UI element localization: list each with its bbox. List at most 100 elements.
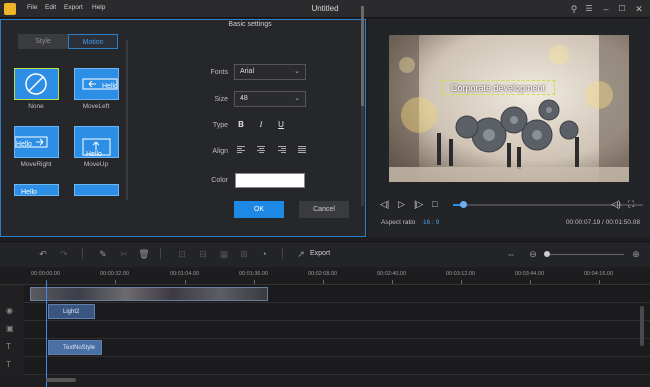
move-right-icon: Hello <box>14 136 48 148</box>
align-justify-icon[interactable] <box>298 146 306 154</box>
window-title: Untitled <box>311 4 339 13</box>
ruler-time-label: 00:03:12.00 <box>446 271 476 277</box>
motion-moveleft-thumb[interactable]: Hello <box>74 68 119 100</box>
size-select[interactable]: 48 ⌄ <box>234 91 306 107</box>
effect-track: ◉ Light2 <box>0 303 650 321</box>
prev-frame-icon[interactable]: ◁| <box>380 199 389 210</box>
timeline-vertical-scrollbar[interactable] <box>640 306 644 346</box>
ruler-time-label: 00:01:36.00 <box>239 271 269 277</box>
cut-icon[interactable]: ✂ <box>118 248 130 260</box>
text-clip[interactable]: TextNoStyle <box>48 340 102 355</box>
fullscreen-icon[interactable]: ⛶ <box>628 199 634 210</box>
undo-icon[interactable]: ↶ <box>37 248 49 260</box>
motion-moveright-thumb[interactable]: Hello <box>14 126 59 158</box>
timeline-horizontal-scrollbar[interactable] <box>46 378 76 382</box>
export-icon[interactable]: ↗ <box>295 248 307 260</box>
light-clip[interactable]: Light2 <box>48 304 95 319</box>
align-center-icon[interactable] <box>257 146 265 154</box>
fit-timeline-icon[interactable]: ⇔ <box>505 248 517 260</box>
timeline-ruler[interactable]: 00:00:00.00 00:00:32.00 00:01:04.00 00:0… <box>0 268 650 285</box>
bold-button[interactable]: B <box>236 120 246 130</box>
volume-icon[interactable]: ◁) <box>611 199 621 210</box>
text-clip-label: TextNoStyle <box>63 345 96 351</box>
text-track-icon[interactable]: T <box>6 342 11 351</box>
mosaic-icon[interactable]: ▦ <box>218 248 230 260</box>
motion-partial-thumb-2[interactable] <box>74 184 119 196</box>
font-value: Arial <box>240 68 255 75</box>
playhead[interactable] <box>46 281 47 387</box>
tab-motion[interactable]: Motion <box>68 34 118 49</box>
menu-list-icon[interactable]: ☰ <box>583 3 595 15</box>
ruler-time-label: 00:00:32.00 <box>100 271 130 277</box>
eye-icon[interactable]: ◉ <box>6 306 13 315</box>
chevron-down-icon: ⌄ <box>294 68 300 75</box>
move-up-icon: Hello <box>82 138 111 158</box>
play-icon[interactable]: ▷ <box>398 199 405 210</box>
video-preview[interactable]: Corporate development <box>389 35 629 182</box>
zoom-slider-knob[interactable] <box>544 251 550 257</box>
video-caption-text[interactable]: Corporate development <box>441 80 555 95</box>
basic-settings-title: Basic settings <box>228 21 272 28</box>
zoom-in-icon[interactable]: ⊕ <box>630 248 642 260</box>
motion-list-scrollbar[interactable] <box>126 40 128 200</box>
light-clip-label: Light2 <box>63 309 80 315</box>
italic-button[interactable]: I <box>256 120 266 130</box>
moveleft-thumb-text: Hello <box>102 83 118 90</box>
crop-icon[interactable]: ⊡ <box>176 248 188 260</box>
edit-pencil-icon[interactable]: ✎ <box>97 248 109 260</box>
chevron-down-icon: ⌄ <box>294 95 300 102</box>
underline-button[interactable]: U <box>276 120 286 130</box>
maximize-icon[interactable]: ☐ <box>616 3 628 15</box>
cancel-button[interactable]: Cancel <box>299 201 349 218</box>
zoom-out-icon[interactable]: ⊖ <box>527 248 539 260</box>
video-track <box>0 285 650 303</box>
duration-icon[interactable]: ◔ <box>258 248 270 260</box>
screenshot-icon[interactable]: ⊞ <box>238 248 250 260</box>
none-icon <box>25 73 47 95</box>
overlay-icon[interactable]: ▣ <box>6 324 14 333</box>
stop-icon[interactable]: □ <box>432 199 437 209</box>
overlay-track: ▣ <box>0 321 650 339</box>
size-label: Size <box>214 96 228 103</box>
zoom-slider-track[interactable] <box>548 254 624 255</box>
motion-none-label: None <box>28 103 44 110</box>
title-bar: File Edit Export Help Untitled ⚲ ☰ – ☐ ✕ <box>0 0 650 18</box>
motion-moveup-thumb[interactable]: Hello <box>74 126 119 158</box>
user-icon[interactable]: ⚲ <box>568 3 580 15</box>
fonts-label: Fonts <box>210 69 228 76</box>
text-track-2: T <box>0 357 650 375</box>
motion-none-thumb[interactable] <box>14 68 59 100</box>
ruler-time-label: 00:02:40.00 <box>377 271 407 277</box>
minimize-icon[interactable]: – <box>600 3 612 15</box>
aspect-ratio-value[interactable]: 16 : 9 <box>423 219 439 226</box>
redo-icon[interactable]: ↷ <box>58 248 70 260</box>
toolbar-divider <box>82 248 83 259</box>
align-right-icon[interactable] <box>278 146 286 154</box>
motion-moveright-label: MoveRight <box>20 161 52 168</box>
split-icon[interactable]: ⊟ <box>197 248 209 260</box>
ruler-time-label: 00:02:08.00 <box>308 271 338 277</box>
video-clip[interactable] <box>30 287 268 301</box>
close-icon[interactable]: ✕ <box>633 3 645 15</box>
color-label: Color <box>211 177 228 184</box>
type-label: Type <box>212 122 228 129</box>
font-select[interactable]: Arial ⌄ <box>234 64 306 80</box>
align-left-icon[interactable] <box>237 146 245 154</box>
partial-thumb-text: Hello <box>21 189 37 196</box>
settings-scrollbar-thumb[interactable] <box>361 6 364 106</box>
motion-partial-thumb-1[interactable]: Hello <box>14 184 59 196</box>
ok-button[interactable]: OK <box>234 201 284 218</box>
toolbar-divider <box>282 248 283 259</box>
motion-moveleft-label: MoveLeft <box>82 103 110 110</box>
tab-style[interactable]: Style <box>18 34 68 49</box>
export-button[interactable]: Export <box>310 250 330 257</box>
moveup-thumb-text: Hello <box>86 151 102 157</box>
color-picker[interactable] <box>235 173 305 188</box>
motion-moveup-label: MoveUp <box>83 161 109 168</box>
next-frame-icon[interactable]: |▷ <box>414 199 423 210</box>
align-label: Align <box>212 148 228 155</box>
delete-icon[interactable]: 🗑 <box>138 248 150 260</box>
ruler-time-label: 00:04:16.00 <box>584 271 614 277</box>
playback-progress-knob[interactable] <box>459 201 467 208</box>
text-track-icon[interactable]: T <box>6 360 11 369</box>
